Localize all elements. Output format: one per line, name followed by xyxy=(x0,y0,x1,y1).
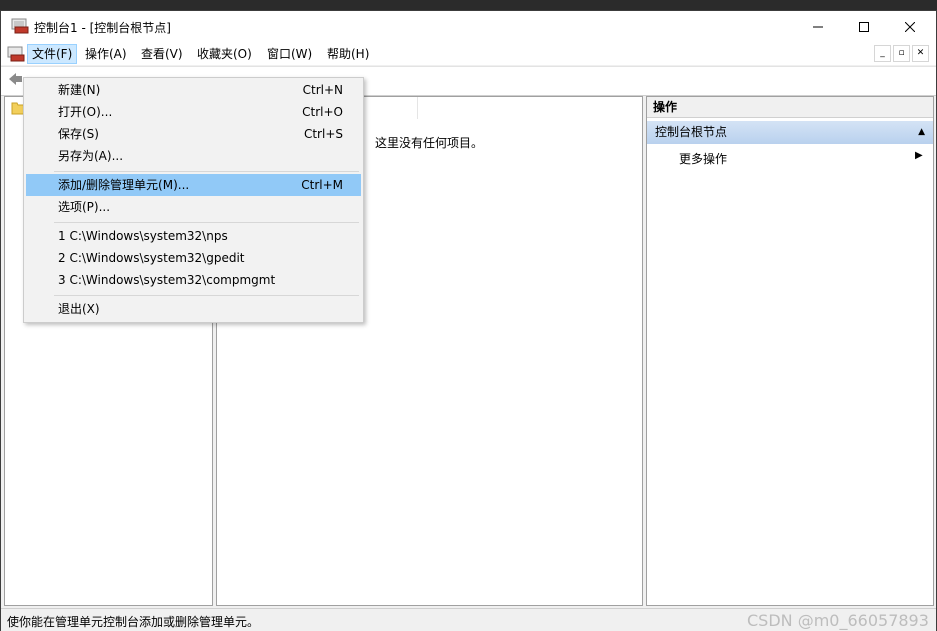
actions-header: 操作 xyxy=(647,97,933,118)
menu-favorites[interactable]: 收藏夹(O) xyxy=(193,45,256,63)
menu-item-options[interactable]: 选项(P)... xyxy=(26,196,361,218)
back-arrow-icon[interactable] xyxy=(9,72,23,86)
menu-item-open[interactable]: 打开(O)... Ctrl+O xyxy=(26,101,361,123)
watermark: CSDN @m0_66057893 xyxy=(747,611,929,630)
menu-file[interactable]: 文件(F) xyxy=(27,44,78,64)
submenu-arrow-icon: ▶ xyxy=(915,150,923,161)
mdi-minimize-button[interactable]: _ xyxy=(874,45,891,62)
actions-pane: 操作 控制台根节点 ▲ 更多操作 ▶ xyxy=(646,96,934,606)
mdi-restore-button[interactable]: ▫ xyxy=(893,45,910,62)
menu-window[interactable]: 窗口(W) xyxy=(263,45,316,63)
menu-item-recent-2[interactable]: 2 C:\Windows\system32\gpedit xyxy=(26,247,361,269)
menu-item-exit[interactable]: 退出(X) xyxy=(26,298,361,320)
menu-separator xyxy=(54,222,359,223)
minimize-icon xyxy=(813,26,823,27)
file-menu-dropdown: 新建(N) Ctrl+N 打开(O)... Ctrl+O 保存(S) Ctrl+… xyxy=(23,77,364,323)
close-button[interactable] xyxy=(887,11,933,42)
minimize-button[interactable] xyxy=(795,11,841,42)
maximize-button[interactable] xyxy=(841,11,887,42)
column-separator xyxy=(417,97,418,119)
more-actions-item[interactable]: 更多操作 xyxy=(679,150,727,167)
menu-help[interactable]: 帮助(H) xyxy=(323,45,373,63)
title-bar: 控制台1 - [控制台根节点] xyxy=(1,11,936,42)
menu-item-save[interactable]: 保存(S) Ctrl+S xyxy=(26,123,361,145)
empty-message: 这里没有任何项目。 xyxy=(375,136,484,150)
mdi-controls: _ ▫ ✕ xyxy=(874,45,929,62)
mdi-close-button[interactable]: ✕ xyxy=(912,45,929,62)
close-icon xyxy=(905,21,915,32)
actions-section-root[interactable]: 控制台根节点 ▲ xyxy=(647,121,933,144)
actions-section-label: 控制台根节点 xyxy=(655,125,728,139)
mmc-window: 控制台1 - [控制台根节点] 文件(F) 操作(A) 查看(V) 收藏夹(O)… xyxy=(0,10,937,631)
menu-item-new[interactable]: 新建(N) Ctrl+N xyxy=(26,79,361,101)
window-title: 控制台1 - [控制台根节点] xyxy=(34,21,171,35)
menu-item-recent-1[interactable]: 1 C:\Windows\system32\nps xyxy=(26,225,361,247)
menu-action[interactable]: 操作(A) xyxy=(81,45,131,63)
collapse-up-icon[interactable]: ▲ xyxy=(918,121,925,144)
menu-item-save-as[interactable]: 另存为(A)... xyxy=(26,145,361,167)
console-icon[interactable] xyxy=(7,46,25,62)
console-icon xyxy=(11,18,29,34)
menu-view[interactable]: 查看(V) xyxy=(137,45,187,63)
status-text: 使你能在管理单元控制台添加或删除管理单元。 xyxy=(7,615,260,629)
menu-item-recent-3[interactable]: 3 C:\Windows\system32\compmgmt xyxy=(26,269,361,291)
menu-separator xyxy=(54,171,359,172)
maximize-icon xyxy=(859,21,869,32)
status-bar: 使你能在管理单元控制台添加或删除管理单元。 CSDN @m0_66057893 xyxy=(1,608,936,631)
menu-item-add-remove-snapin[interactable]: 添加/删除管理单元(M)... Ctrl+M xyxy=(26,174,361,196)
menu-separator xyxy=(54,295,359,296)
menu-bar: 文件(F) 操作(A) 查看(V) 收藏夹(O) 窗口(W) 帮助(H) _ ▫… xyxy=(1,42,936,65)
